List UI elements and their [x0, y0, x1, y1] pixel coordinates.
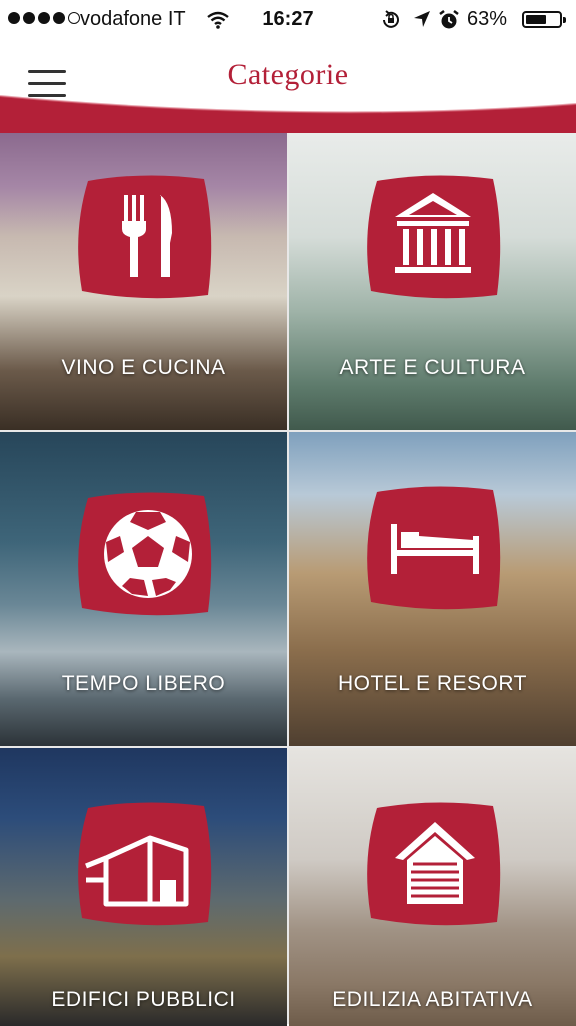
category-tile-arte-e-cultura[interactable]: ARTE E CULTURA — [289, 133, 576, 430]
category-tile-edifici-pubblici[interactable]: EDIFICI PUBBLICI — [0, 748, 287, 1026]
navigation-bar: Categorie — [0, 40, 576, 135]
fork-knife-icon — [78, 175, 212, 299]
alarm-icon — [438, 9, 460, 37]
category-label: TEMPO LIBERO — [61, 672, 226, 695]
category-label: VINO E CUCINA — [61, 356, 226, 379]
page-title: Categorie — [227, 58, 349, 91]
rotation-lock-icon — [380, 9, 402, 37]
category-label: EDILIZIA ABITATIVA — [332, 988, 533, 1011]
category-label: HOTEL E RESORT — [337, 672, 528, 695]
category-grid: VINO E CUCINA ARTE E CULTURA TEMPO LIBER… — [0, 133, 576, 1026]
battery-percent: 63% — [467, 8, 508, 30]
category-tile-hotel-e-resort[interactable]: HOTEL E RESORT — [289, 432, 576, 746]
museum-icon — [367, 175, 501, 299]
soccer-ball-icon — [78, 492, 212, 616]
building-icon — [78, 802, 212, 926]
category-tile-tempo-libero[interactable]: TEMPO LIBERO — [0, 432, 287, 746]
category-tile-edilizia-abitativa[interactable]: EDILIZIA ABITATIVA — [289, 748, 576, 1026]
status-bar: vodafone IT 16:27 63% — [0, 0, 576, 40]
category-label: ARTE E CULTURA — [339, 356, 526, 379]
battery-icon — [522, 11, 566, 28]
category-label: EDIFICI PUBBLICI — [51, 988, 236, 1011]
location-arrow-icon — [412, 9, 432, 35]
category-tile-vino-e-cucina[interactable]: VINO E CUCINA — [0, 133, 287, 430]
header-swoosh — [0, 95, 576, 134]
house-icon — [367, 802, 501, 926]
bed-icon — [367, 486, 501, 610]
